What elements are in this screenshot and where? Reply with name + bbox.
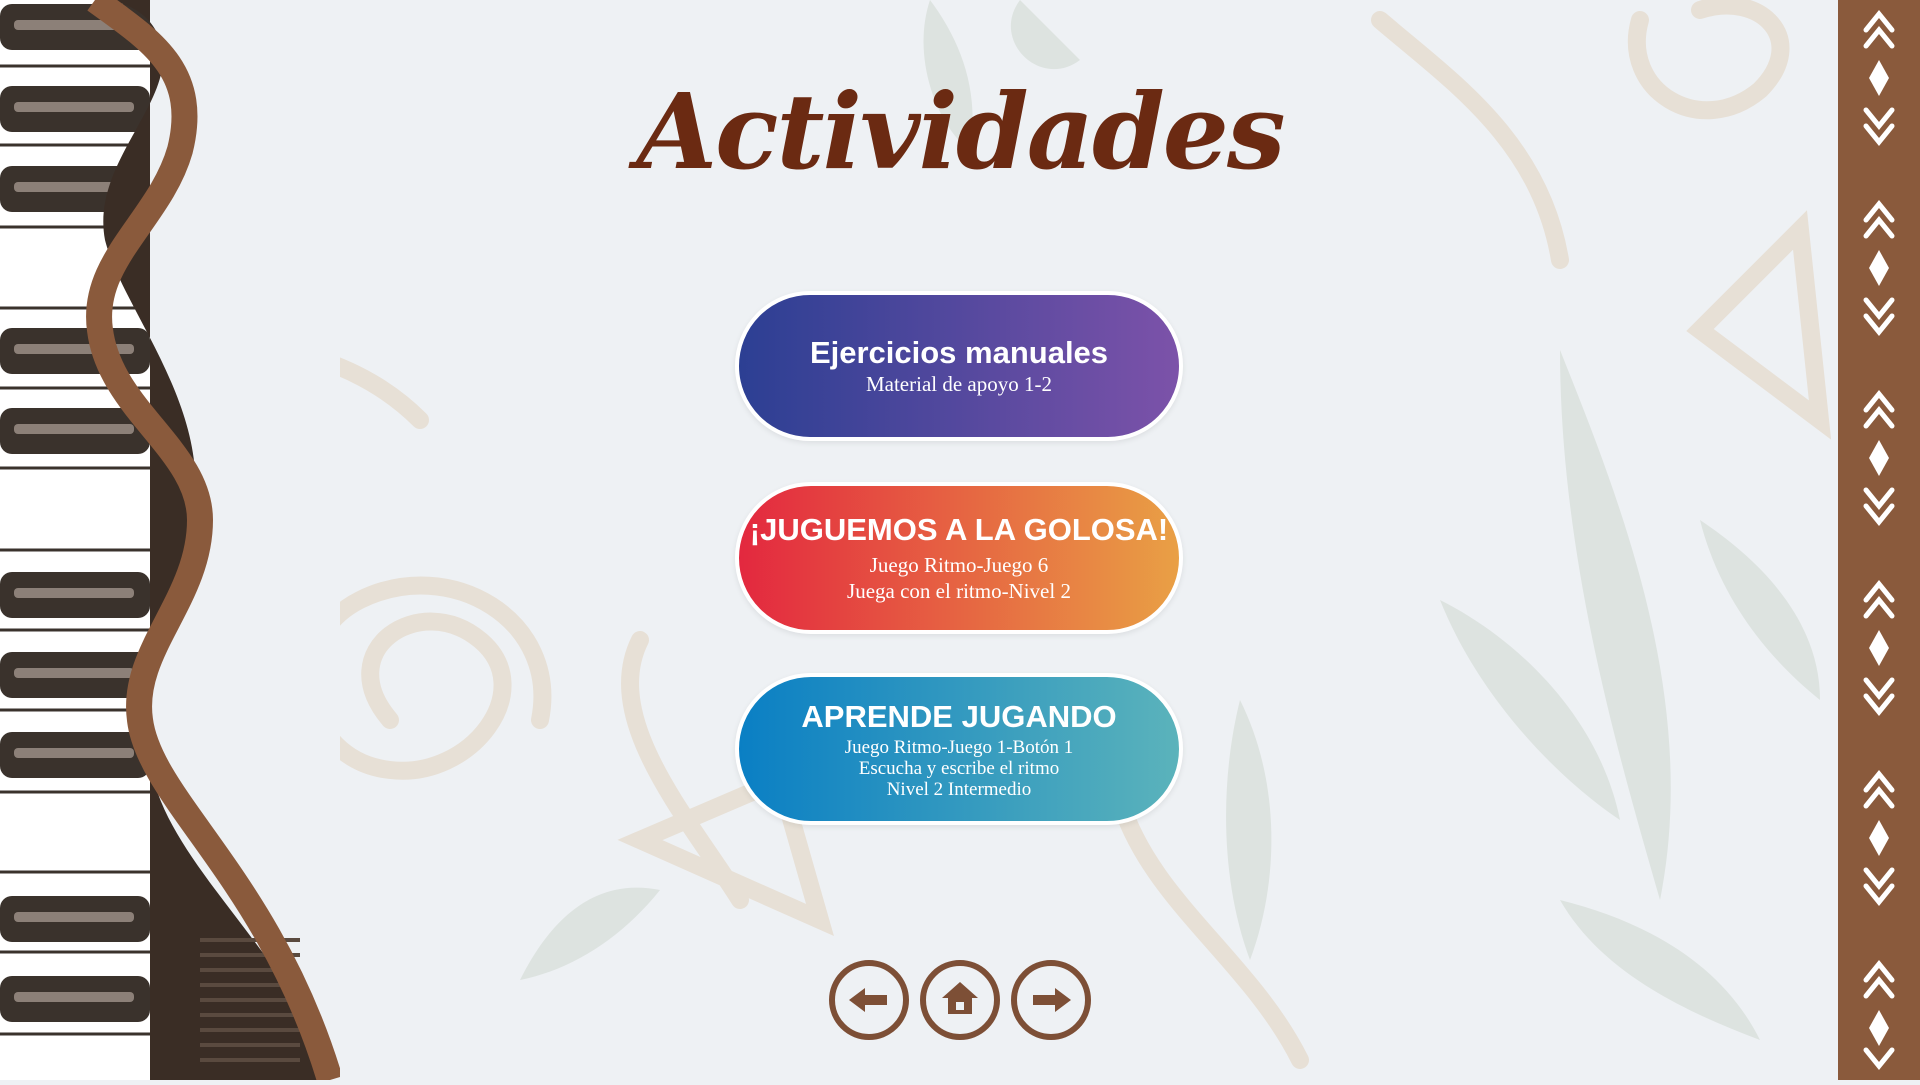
activity-subtitle: Escucha y escribe el ritmo: [858, 757, 1060, 779]
activity-subtitle: Nivel 2 Intermedio: [886, 778, 1032, 800]
activity-button-juguemos-a-la-golosa[interactable]: ¡JUGUEMOS A LA GOLOSA! Juego Ritmo-Juego…: [735, 482, 1183, 634]
next-button[interactable]: [1011, 960, 1091, 1040]
activity-title: APRENDE JUGANDO: [801, 698, 1117, 734]
activity-subtitle: Material de apoyo 1-2: [865, 372, 1053, 396]
arrow-right-icon: [1033, 988, 1071, 1012]
activity-subtitle: Juega con el ritmo-Nivel 2: [847, 579, 1071, 603]
activity-title: ¡JUGUEMOS A LA GOLOSA!: [749, 512, 1169, 547]
home-icon: [942, 982, 978, 1014]
home-button[interactable]: [920, 960, 1000, 1040]
activity-subtitle: Juego Ritmo-Juego 6: [869, 553, 1049, 577]
activity-title: Ejercicios manuales: [809, 335, 1109, 370]
arrow-left-icon: [849, 988, 887, 1012]
activity-button-ejercicios-manuales[interactable]: Ejercicios manuales Material de apoyo 1-…: [735, 291, 1183, 441]
page-title: Actividades: [636, 70, 1285, 193]
activity-subtitle: Juego Ritmo-Juego 1-Botón 1: [844, 736, 1074, 758]
activity-button-aprende-jugando[interactable]: APRENDE JUGANDO Juego Ritmo-Juego 1-Botó…: [735, 673, 1183, 825]
previous-button[interactable]: [829, 960, 909, 1040]
